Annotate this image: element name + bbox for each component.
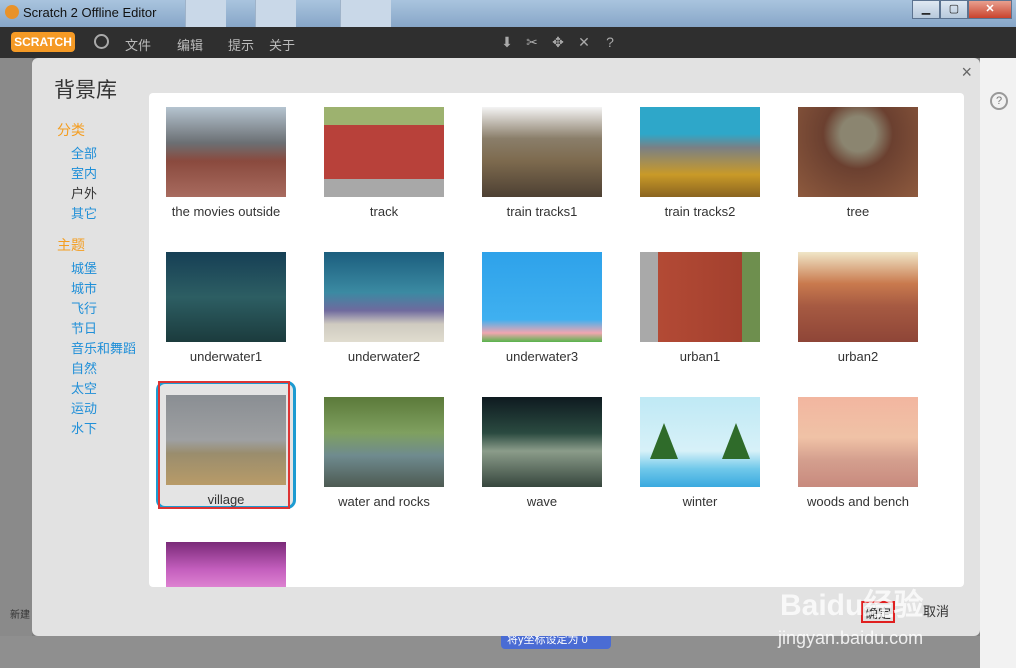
category-other[interactable]: 其它 [71, 203, 97, 222]
backdrop-label: tree [846, 204, 870, 219]
category-all[interactable]: 全部 [71, 143, 97, 162]
backdrop-grid: the movies outside track train tracks1 t… [149, 93, 964, 587]
minimize-button[interactable]: ▁ [912, 0, 940, 19]
menu-edit[interactable]: 编辑 [177, 35, 203, 54]
theme-music-dance[interactable]: 音乐和舞蹈 [71, 338, 136, 357]
backdrop-tile[interactable]: the movies outside [156, 93, 296, 221]
cancel-button[interactable]: 取消 [919, 601, 953, 623]
watermark-url: jingyan.baidu.com [778, 628, 924, 648]
backdrop-label: wave [526, 494, 558, 509]
taskbar-thumb [340, 0, 391, 27]
backdrop-thumbnail [324, 252, 444, 342]
theme-heading: 主题 [57, 237, 85, 253]
backdrop-tile[interactable]: water and rocks [314, 383, 454, 511]
backdrop-thumbnail [798, 397, 918, 487]
backdrop-label: underwater1 [189, 349, 263, 364]
help-icon[interactable]: ? [602, 34, 618, 50]
backdrop-thumbnail [166, 542, 286, 587]
backdrop-tile[interactable]: train tracks1 [472, 93, 612, 221]
backdrop-thumbnail [482, 252, 602, 342]
backdrop-tile[interactable] [156, 528, 296, 587]
backdrop-tile[interactable]: tree [788, 93, 928, 221]
backdrop-tile[interactable]: train tracks2 [630, 93, 770, 221]
backdrop-label: water and rocks [338, 494, 430, 509]
backdrop-thumbnail [324, 397, 444, 487]
stamp-icon[interactable]: ⬇ [499, 34, 515, 50]
backdrop-label: woods and bench [807, 494, 909, 509]
backdrop-thumbnail [798, 107, 918, 197]
backdrop-tile[interactable]: woods and bench [788, 383, 928, 511]
grow-icon[interactable]: ✥ [550, 34, 566, 50]
backdrop-label: underwater3 [505, 349, 579, 364]
taskbar-thumb [185, 0, 226, 27]
backdrop-label: train tracks2 [664, 204, 736, 219]
backdrop-thumbnail [166, 107, 286, 197]
selection-highlight [158, 381, 290, 509]
editor-right-area [980, 58, 1016, 668]
backdrop-thumbnail [798, 252, 918, 342]
backdrop-label: track [369, 204, 399, 219]
menu-about[interactable]: 关于 [269, 35, 295, 54]
theme-underwater[interactable]: 水下 [71, 418, 97, 437]
backdrop-tile[interactable]: wave [472, 383, 612, 511]
new-sprite-label: 新建 [10, 610, 30, 621]
backdrop-label: train tracks1 [506, 204, 578, 219]
backdrop-tile[interactable]: underwater2 [314, 238, 454, 366]
backdrop-thumbnail [640, 107, 760, 197]
theme-nature[interactable]: 自然 [71, 358, 97, 377]
scratch-logo[interactable]: SCRATCH [11, 32, 75, 52]
backdrop-tile[interactable]: urban1 [630, 238, 770, 366]
taskbar-thumb [255, 0, 296, 27]
backdrop-tile[interactable]: track [314, 93, 454, 221]
category-indoor[interactable]: 室内 [71, 163, 97, 182]
help-circle-icon[interactable]: ? [990, 92, 1008, 110]
theme-sports[interactable]: 运动 [71, 398, 97, 417]
watermark-logo: Baidu经验 [780, 589, 924, 622]
close-icon[interactable]: × [961, 62, 972, 83]
backdrop-label: winter [682, 494, 718, 509]
backdrop-tile[interactable]: winter [630, 383, 770, 511]
backdrop-thumbnail [640, 252, 760, 342]
backdrop-library-dialog: 背景库 × 分类 全部 室内 户外 其它 主题 城堡 城市 飞行 节日 音乐和舞… [32, 58, 980, 636]
editor-left-area [0, 58, 32, 668]
scratch-cat-icon [5, 5, 19, 19]
category-outdoor[interactable]: 户外 [71, 183, 97, 202]
backdrop-label: urban2 [837, 349, 879, 364]
menu-bar: SCRATCH 文件 编辑 提示 关于 ⬇ ✂ ✥ ✕ ? [0, 27, 1016, 58]
backdrop-thumbnail [640, 397, 760, 487]
backdrop-thumbnail [482, 107, 602, 197]
window-title: Scratch 2 Offline Editor [23, 5, 157, 20]
backdrop-label: underwater2 [347, 349, 421, 364]
backdrop-tile[interactable]: underwater1 [156, 238, 296, 366]
backdrop-tile[interactable]: urban2 [788, 238, 928, 366]
pine-trees-icon [650, 423, 750, 459]
shrink-icon[interactable]: ✕ [576, 34, 592, 50]
theme-flying[interactable]: 飞行 [71, 298, 97, 317]
menu-tips[interactable]: 提示 [228, 35, 254, 54]
backdrop-thumbnail [166, 252, 286, 342]
backdrop-thumbnail [324, 107, 444, 197]
window-controls: ▁ ▢ ✕ [912, 0, 1012, 19]
backdrop-label: urban1 [679, 349, 721, 364]
theme-castle[interactable]: 城堡 [71, 258, 97, 277]
cut-icon[interactable]: ✂ [524, 34, 540, 50]
dialog-title: 背景库 [54, 79, 117, 102]
category-heading: 分类 [57, 122, 85, 138]
menu-file[interactable]: 文件 [125, 35, 151, 54]
maximize-button[interactable]: ▢ [940, 0, 968, 19]
close-window-button[interactable]: ✕ [968, 0, 1012, 19]
theme-holiday[interactable]: 节日 [71, 318, 97, 337]
theme-space[interactable]: 太空 [71, 378, 97, 397]
backdrop-tile[interactable]: underwater3 [472, 238, 612, 366]
backdrop-thumbnail [482, 397, 602, 487]
backdrop-label: the movies outside [171, 204, 281, 219]
globe-icon[interactable] [94, 34, 109, 49]
window-titlebar: Scratch 2 Offline Editor ▁ ▢ ✕ [0, 0, 1016, 27]
theme-city[interactable]: 城市 [71, 278, 97, 297]
